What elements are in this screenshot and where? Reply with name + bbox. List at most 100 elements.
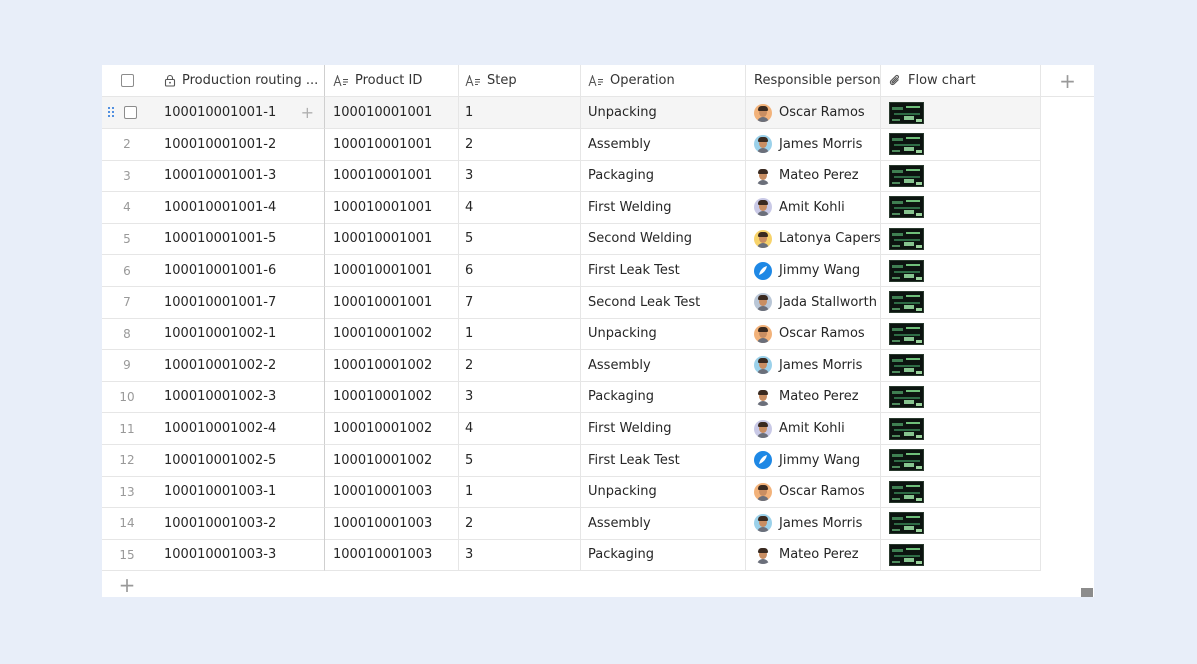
cell-responsible-person[interactable]: James Morris — [746, 507, 881, 540]
cell-production-routing[interactable]: 100010001002-1 — [152, 318, 325, 351]
cell-production-routing[interactable]: 100010001001-5 — [152, 223, 325, 256]
cell-flow-chart[interactable] — [881, 128, 1041, 161]
row-number-cell[interactable]: 7 — [102, 287, 152, 319]
cell-responsible-person[interactable]: Oscar Ramos — [746, 318, 881, 351]
row-number-cell[interactable]: 11 — [102, 413, 152, 445]
cell-responsible-person[interactable]: Amit Kohli — [746, 191, 881, 224]
column-header-product-id[interactable]: Product ID — [325, 65, 459, 97]
cell-production-routing[interactable]: 100010001001-2 — [152, 128, 325, 161]
cell-production-routing[interactable]: 100010001002-3 — [152, 381, 325, 414]
cell-flow-chart[interactable] — [881, 444, 1041, 477]
cell-operation[interactable]: Second Welding — [581, 223, 746, 256]
cell-step[interactable]: 5 — [459, 444, 581, 477]
table-row[interactable]: 8 100010001002-1 100010001002 1 Unpacking Osc… — [102, 318, 1041, 351]
cell-responsible-person[interactable]: Mateo Perez — [746, 160, 881, 193]
row-number-cell[interactable]: 12 — [102, 445, 152, 477]
flow-chart-thumbnail[interactable] — [889, 322, 924, 345]
cell-product-id[interactable]: 100010001001 — [325, 160, 459, 193]
row-number-cell[interactable]: 9 — [102, 350, 152, 382]
cell-step[interactable]: 5 — [459, 223, 581, 256]
add-row-button[interactable]: + — [102, 572, 152, 598]
row-number-cell[interactable]: 3 — [102, 160, 152, 193]
cell-product-id[interactable]: 100010001002 — [325, 444, 459, 477]
table-row[interactable]: 100010001001-1 +100010001001 1 Unpacking Osc… — [102, 97, 1041, 129]
flow-chart-thumbnail[interactable] — [889, 385, 924, 408]
table-row[interactable]: 3 100010001001-3 100010001001 3 Packaging Mat… — [102, 160, 1041, 193]
cell-step[interactable]: 2 — [459, 128, 581, 161]
flow-chart-thumbnail[interactable] — [889, 354, 924, 377]
cell-flow-chart[interactable] — [881, 223, 1041, 256]
row-checkbox[interactable] — [123, 106, 137, 119]
cell-operation[interactable]: Packaging — [581, 160, 746, 193]
cell-product-id[interactable]: 100010001003 — [325, 476, 459, 509]
table-row[interactable]: 4 100010001001-4 100010001001 4 First Weldin… — [102, 191, 1041, 224]
row-number-cell[interactable]: 14 — [102, 508, 152, 540]
cell-production-routing[interactable]: 100010001001-3 — [152, 160, 325, 193]
cell-product-id[interactable]: 100010001002 — [325, 349, 459, 382]
column-header-production-routing[interactable]: Production routing ... — [152, 65, 325, 97]
table-row[interactable]: 9 100010001002-2 100010001002 2 Assembly Jame… — [102, 349, 1041, 382]
cell-operation[interactable]: Assembly — [581, 507, 746, 540]
cell-production-routing[interactable]: 100010001001-1 + — [152, 97, 325, 129]
drag-handle-icon[interactable] — [108, 107, 116, 119]
cell-responsible-person[interactable]: Mateo Perez — [746, 381, 881, 414]
row-number-cell[interactable]: 13 — [102, 476, 152, 509]
cell-product-id[interactable]: 100010001001 — [325, 255, 459, 287]
cell-operation[interactable]: First Leak Test — [581, 255, 746, 287]
row-number-cell[interactable]: 4 — [102, 192, 152, 224]
cell-product-id[interactable]: 100010001002 — [325, 413, 459, 445]
flow-chart-thumbnail[interactable] — [889, 417, 924, 440]
cell-responsible-person[interactable]: Oscar Ramos — [746, 476, 881, 509]
add-column-button[interactable]: + — [1041, 65, 1094, 97]
cell-operation[interactable]: Packaging — [581, 381, 746, 414]
flow-chart-thumbnail[interactable] — [889, 512, 924, 535]
flow-chart-thumbnail[interactable] — [889, 449, 924, 472]
flow-chart-thumbnail[interactable] — [889, 291, 924, 314]
cell-flow-chart[interactable] — [881, 476, 1041, 509]
cell-flow-chart[interactable] — [881, 97, 1041, 129]
column-header-operation[interactable]: Operation — [581, 65, 746, 97]
cell-step[interactable]: 4 — [459, 191, 581, 224]
cell-responsible-person[interactable]: Amit Kohli — [746, 413, 881, 445]
cell-operation[interactable]: First Welding — [581, 413, 746, 445]
cell-flow-chart[interactable] — [881, 539, 1041, 572]
row-number-cell[interactable]: 6 — [102, 255, 152, 287]
flow-chart-thumbnail[interactable] — [889, 101, 924, 124]
resize-handle[interactable] — [1081, 588, 1093, 597]
row-number-cell[interactable] — [102, 97, 152, 129]
cell-product-id[interactable]: 100010001001 — [325, 128, 459, 161]
flow-chart-thumbnail[interactable] — [889, 543, 924, 566]
cell-flow-chart[interactable] — [881, 413, 1041, 445]
cell-operation[interactable]: Unpacking — [581, 318, 746, 351]
cell-production-routing[interactable]: 100010001001-4 — [152, 191, 325, 224]
cell-flow-chart[interactable] — [881, 286, 1041, 319]
flow-chart-thumbnail[interactable] — [889, 196, 924, 219]
column-header-step[interactable]: Step — [459, 65, 581, 97]
cell-product-id[interactable]: 100010001001 — [325, 286, 459, 319]
cell-step[interactable]: 3 — [459, 381, 581, 414]
cell-product-id[interactable]: 100010001001 — [325, 223, 459, 256]
cell-step[interactable]: 1 — [459, 97, 581, 129]
cell-responsible-person[interactable]: Oscar Ramos — [746, 97, 881, 129]
flow-chart-thumbnail[interactable] — [889, 259, 924, 282]
cell-product-id[interactable]: 100010001001 — [325, 191, 459, 224]
cell-product-id[interactable]: 100010001003 — [325, 539, 459, 572]
row-number-cell[interactable]: 2 — [102, 129, 152, 161]
cell-operation[interactable]: Second Leak Test — [581, 286, 746, 319]
cell-production-routing[interactable]: 100010001001-7 — [152, 286, 325, 319]
cell-flow-chart[interactable] — [881, 160, 1041, 193]
cell-operation[interactable]: First Leak Test — [581, 444, 746, 477]
cell-operation[interactable]: Packaging — [581, 539, 746, 572]
cell-flow-chart[interactable] — [881, 381, 1041, 414]
cell-operation[interactable]: Unpacking — [581, 476, 746, 509]
table-row[interactable]: 11 100010001002-4 100010001002 4 First Weldi… — [102, 413, 1041, 445]
column-header-flow-chart[interactable]: Flow chart — [881, 65, 1041, 97]
table-row[interactable]: 6 100010001001-6 100010001001 6 First Leak T… — [102, 255, 1041, 287]
cell-step[interactable]: 4 — [459, 413, 581, 445]
cell-production-routing[interactable]: 100010001003-3 — [152, 539, 325, 572]
table-row[interactable]: 10 100010001002-3 100010001002 3 Packaging Ma… — [102, 381, 1041, 414]
cell-flow-chart[interactable] — [881, 507, 1041, 540]
cell-operation[interactable]: Assembly — [581, 349, 746, 382]
cell-step[interactable]: 3 — [459, 160, 581, 193]
cell-operation[interactable]: First Welding — [581, 191, 746, 224]
